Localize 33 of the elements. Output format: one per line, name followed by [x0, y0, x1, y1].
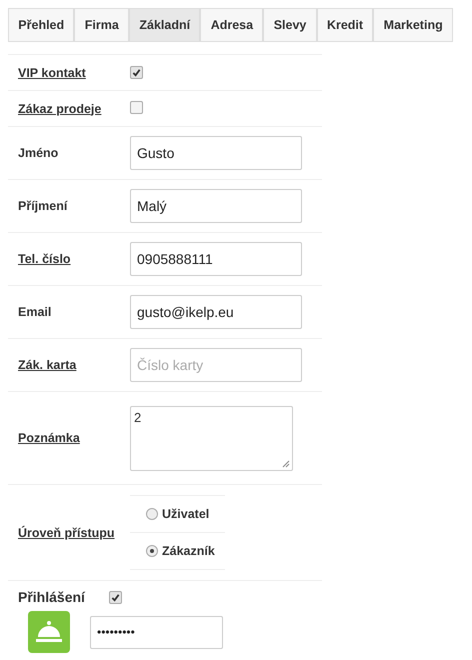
field-label-link[interactable]: Tel. číslo [18, 252, 130, 266]
tab[interactable]: Přehled [9, 9, 76, 41]
field-label: Jméno [18, 146, 60, 160]
input-field[interactable]: 0905888111 [130, 242, 302, 276]
field-label-link[interactable]: Úroveň přístupu [18, 526, 130, 540]
field-label-link[interactable]: Zákaz prodeje [18, 102, 130, 116]
login-label: Přihlášení [18, 589, 85, 605]
field-label: Email [18, 305, 52, 319]
field-label: Příjmení [18, 199, 68, 213]
tab[interactable]: Firma [75, 9, 130, 41]
input-field[interactable]: gusto@ikelp.eu [130, 295, 302, 329]
input-field[interactable]: Gusto [130, 136, 302, 170]
tab[interactable]: Kredit [318, 9, 374, 41]
tab[interactable]: Základní [130, 9, 202, 41]
resize-grip-icon[interactable] [282, 460, 290, 468]
radio-button[interactable] [146, 545, 158, 557]
field-label-link[interactable]: Poznámka [18, 431, 130, 445]
radio-label: Zákazník [162, 544, 215, 558]
radio-button[interactable] [146, 508, 158, 520]
field-label-link[interactable]: Zák. karta [18, 358, 130, 372]
password-field[interactable]: ••••••••• [90, 616, 223, 648]
checkbox[interactable] [108, 590, 122, 604]
checkbox[interactable] [130, 100, 143, 114]
field-label-link[interactable]: VIP kontakt [18, 66, 130, 80]
input-field[interactable]: Číslo karty [130, 348, 302, 382]
checkbox[interactable] [130, 66, 143, 79]
tab[interactable]: Slevy [264, 9, 318, 41]
note-textarea[interactable]: 2 [130, 406, 293, 470]
tab[interactable]: Marketing [374, 9, 452, 41]
tab[interactable]: Adresa [201, 9, 264, 41]
input-field[interactable]: Malý [130, 189, 302, 223]
bell-icon [28, 611, 70, 653]
radio-label: Uživatel [162, 507, 210, 521]
